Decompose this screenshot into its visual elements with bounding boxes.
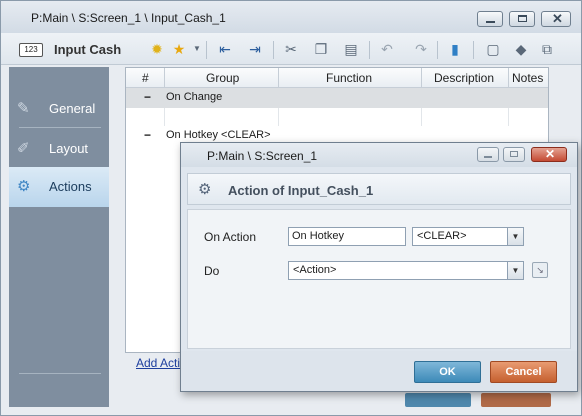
undo-icon[interactable]: ↶ bbox=[377, 39, 397, 59]
minimize-icon bbox=[484, 156, 492, 158]
paste-icon[interactable]: ▤ bbox=[341, 39, 361, 59]
dialog-header: ⚙ Action of Input_Cash_1 bbox=[187, 173, 571, 205]
column-divider bbox=[508, 108, 509, 126]
on-action-field[interactable]: On Hotkey bbox=[288, 227, 406, 246]
indent-left-icon[interactable]: ⇤ bbox=[215, 39, 235, 59]
collapse-icon[interactable]: − bbox=[144, 90, 151, 104]
layout-icon: ✐ bbox=[17, 140, 30, 157]
dialog-close-button[interactable]: ✕ bbox=[531, 147, 567, 162]
maximize-button[interactable] bbox=[509, 11, 535, 27]
chevron-down-icon[interactable]: ▼ bbox=[507, 262, 523, 279]
close-icon: ✕ bbox=[545, 147, 556, 161]
column-header-group[interactable]: Group bbox=[206, 71, 239, 85]
column-divider bbox=[164, 68, 165, 88]
minimize-icon bbox=[486, 21, 495, 23]
do-select[interactable]: <Action> ▼ bbox=[288, 261, 524, 280]
edit-icon: ↘ bbox=[536, 265, 544, 275]
sidebar-divider bbox=[19, 127, 101, 128]
redo-icon[interactable]: ↷ bbox=[411, 39, 431, 59]
toolbar-separator bbox=[369, 41, 370, 59]
chevron-down-icon[interactable]: ▼ bbox=[187, 39, 207, 59]
action-dialog: P:Main \ S:Screen_1 ✕ ⚙ Action of Input_… bbox=[180, 142, 578, 392]
toolbar-separator bbox=[273, 41, 274, 59]
close-icon: ✕ bbox=[552, 11, 563, 26]
star-icon[interactable]: ★ bbox=[169, 39, 189, 59]
do-value: <Action> bbox=[293, 264, 337, 276]
ok-button-behind bbox=[405, 393, 471, 407]
ok-button[interactable]: OK bbox=[414, 361, 481, 383]
cancel-button[interactable]: Cancel bbox=[490, 361, 557, 383]
dialog-title: P:Main \ S:Screen_1 bbox=[207, 149, 318, 163]
column-header-notes[interactable]: Notes bbox=[512, 71, 543, 85]
sidebar: ✎ General ✐ Layout ⚙ Actions bbox=[9, 67, 109, 407]
do-label: Do bbox=[204, 264, 220, 278]
column-header-description[interactable]: Description bbox=[434, 71, 494, 85]
dialog-title-bar: P:Main \ S:Screen_1 ✕ bbox=[181, 143, 577, 167]
window-title: P:Main \ S:Screen_1 \ Input_Cash_1 bbox=[31, 11, 226, 25]
column-divider bbox=[508, 68, 509, 88]
actions-icon: ⚙ bbox=[17, 178, 31, 195]
input-type-badge: 123 bbox=[19, 43, 43, 57]
sidebar-item-actions[interactable]: ⚙ Actions bbox=[9, 167, 109, 207]
edit-icon[interactable]: ⧉ bbox=[537, 39, 557, 59]
dialog-minimize-button[interactable] bbox=[477, 147, 499, 162]
column-divider bbox=[421, 68, 422, 88]
edit-action-button[interactable]: ↘ bbox=[532, 262, 548, 278]
maximize-icon bbox=[510, 151, 518, 157]
comment-icon[interactable]: ▮ bbox=[445, 39, 465, 59]
gear-icon: ⚙ bbox=[198, 181, 212, 198]
group-name: On Change bbox=[166, 91, 223, 103]
sidebar-item-label: Actions bbox=[49, 179, 92, 194]
toolbar-separator bbox=[206, 41, 207, 59]
cut-icon[interactable]: ✂ bbox=[281, 39, 301, 59]
dialog-body: On Action On Hotkey <CLEAR> ▼ Do <Action… bbox=[187, 209, 571, 349]
hotkey-select[interactable]: <CLEAR> ▼ bbox=[412, 227, 524, 246]
on-action-label: On Action bbox=[204, 230, 257, 244]
column-divider bbox=[421, 108, 422, 126]
toolbar-separator bbox=[437, 41, 438, 59]
column-divider bbox=[278, 108, 279, 126]
copy-icon[interactable]: ❐ bbox=[311, 39, 331, 59]
group-name: On Hotkey <CLEAR> bbox=[166, 129, 271, 141]
table-row[interactable]: − On Change bbox=[126, 88, 548, 108]
column-header-function[interactable]: Function bbox=[326, 71, 372, 85]
toolbar-separator bbox=[473, 41, 474, 59]
maximize-icon bbox=[518, 15, 527, 22]
minimize-button[interactable] bbox=[477, 11, 503, 27]
collapse-icon[interactable]: − bbox=[144, 128, 151, 142]
add-action-link[interactable]: Add Acti bbox=[136, 356, 180, 370]
close-button[interactable]: ✕ bbox=[541, 11, 571, 27]
toolbar: 123 Input Cash ✹ ★ ▼ ⇤ ⇥ ✂ ❐ ▤ ↶ ↷ ▮ ▢ ◆… bbox=[1, 33, 581, 65]
cancel-button-behind bbox=[481, 393, 551, 407]
lightbulb-icon[interactable]: ✹ bbox=[147, 39, 167, 59]
hotkey-value: <CLEAR> bbox=[417, 230, 467, 242]
column-header-number[interactable]: # bbox=[142, 71, 149, 85]
sidebar-item-layout[interactable]: ✐ Layout bbox=[9, 129, 109, 169]
column-divider bbox=[278, 68, 279, 88]
object-title: Input Cash bbox=[54, 42, 122, 57]
tag-icon[interactable]: ◆ bbox=[511, 39, 531, 59]
sidebar-item-label: General bbox=[49, 101, 96, 116]
general-icon: ✎ bbox=[17, 100, 30, 117]
sidebar-item-general[interactable]: ✎ General bbox=[9, 89, 109, 129]
grid-header: # Group Function Description Notes bbox=[126, 68, 548, 88]
indent-right-icon[interactable]: ⇥ bbox=[245, 39, 265, 59]
column-divider bbox=[164, 108, 165, 126]
title-bar: P:Main \ S:Screen_1 \ Input_Cash_1 ✕ bbox=[1, 1, 581, 33]
dialog-footer: OK Cancel bbox=[181, 351, 577, 391]
dialog-maximize-button[interactable] bbox=[503, 147, 525, 162]
sidebar-item-label: Layout bbox=[49, 141, 89, 156]
dialog-heading: Action of Input_Cash_1 bbox=[228, 183, 374, 198]
chat-icon[interactable]: ▢ bbox=[483, 39, 503, 59]
sidebar-divider bbox=[19, 373, 101, 374]
chevron-down-icon[interactable]: ▼ bbox=[507, 228, 523, 245]
